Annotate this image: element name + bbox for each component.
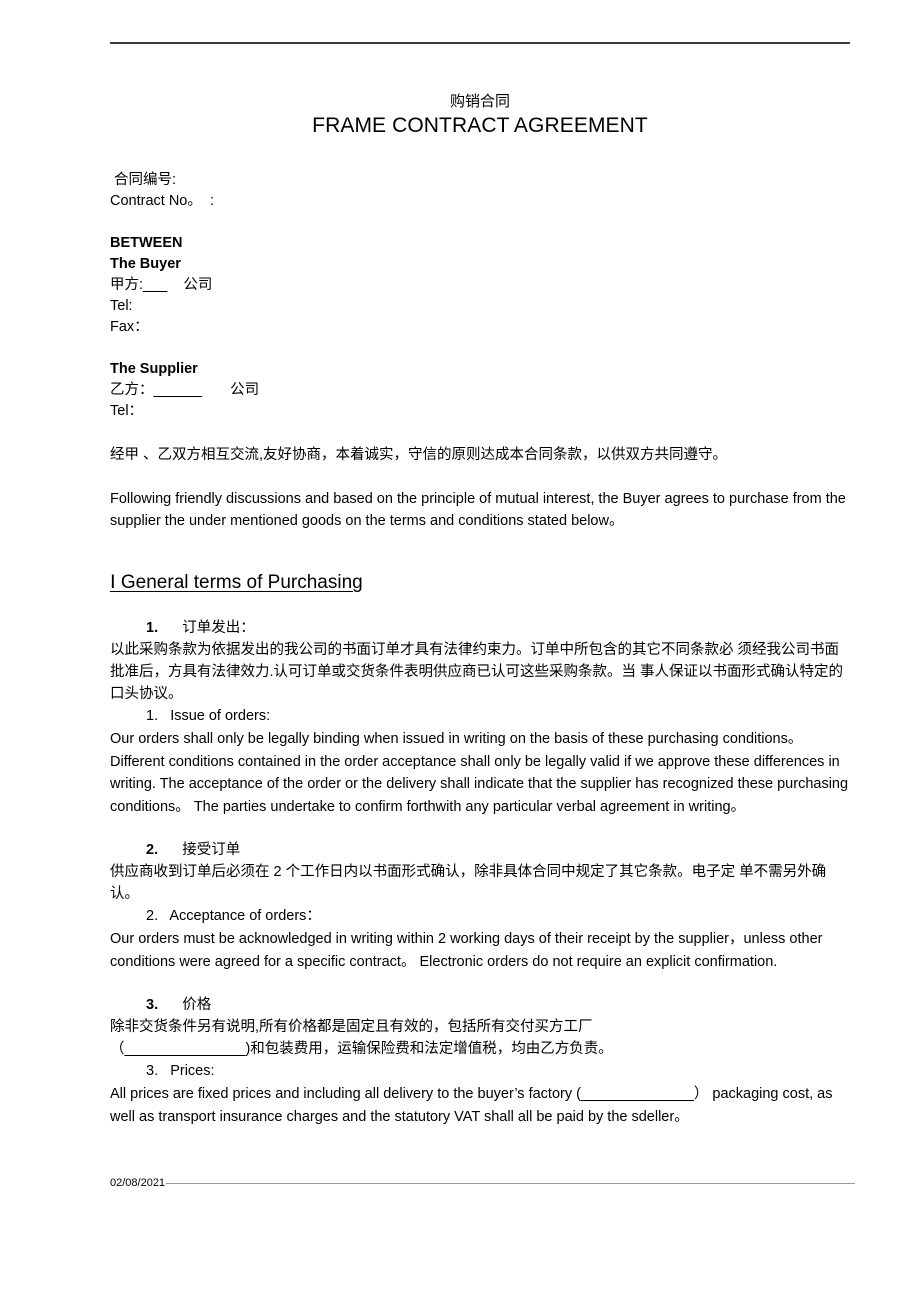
buyer-name-blank: ___ — [143, 277, 168, 293]
clause-1-number-chinese: 1. — [146, 620, 159, 636]
between-label: BETWEEN — [110, 235, 183, 251]
clause-3-number-english: 3. — [146, 1063, 159, 1079]
clause-3-body-chinese-rest: )和包装费用，运输保险费和法定增值税，均由乙方负责。 — [245, 1041, 613, 1057]
clause-1-title-chinese: 1. 订单发出： — [110, 618, 850, 639]
clause-3-title-chinese: 3. 价格 — [110, 995, 850, 1016]
supplier-name-prefix: 乙方： — [110, 382, 154, 398]
supplier-tel-label: Tel： — [110, 403, 144, 419]
footer-rule — [166, 1183, 855, 1184]
clause-3-body-chinese-line2: （_______________)和包装费用，运输保险费和法定增值税，均由乙方负… — [110, 1038, 850, 1060]
clause-2-title-text-english: Acceptance of orders： — [169, 908, 321, 924]
contract-number-block: 合同编号: Contract No。 : — [110, 170, 850, 212]
buyer-heading: The Buyer — [110, 256, 181, 272]
clause-3-title-text-chinese: 价格 — [182, 997, 212, 1013]
clause-3-title-text-english: Prices: — [170, 1063, 215, 1079]
page-title-english: FRAME CONTRACT AGREEMENT — [312, 114, 648, 137]
clause-3-title-english: 3. Prices: — [110, 1060, 850, 1083]
clause-3-blank-english: ______________ — [580, 1086, 694, 1102]
parties-block: BETWEEN The Buyer 甲方:___ 公司 Tel: Fax： Th… — [110, 233, 850, 422]
clause-3-body-english: All prices are fixed prices and includin… — [110, 1083, 850, 1128]
contract-number-label-english: Contract No。 : — [110, 193, 214, 209]
clause-2-body-chinese: 供应商收到订单后必须在 2 个工作日内以书面形式确认，除非具体合同中规定了其它条… — [110, 864, 827, 902]
supplier-name-suffix: 公司 — [201, 382, 260, 398]
clause-2-title-text-chinese: 接受订单 — [182, 842, 241, 858]
clause-2-number-chinese: 2. — [146, 842, 159, 858]
document-page: 购销合同 FRAME CONTRACT AGREEMENT 合同编号: Cont… — [0, 0, 920, 1302]
section-heading-wrapper: Ⅰ General terms of Purchasing — [110, 532, 850, 596]
clause-3-paren-open-chinese: （ — [110, 1041, 125, 1057]
clause-3-body-english-pre: All prices are fixed prices and includin… — [110, 1086, 581, 1102]
buyer-name-suffix: 公司 — [167, 277, 213, 293]
clause-1-title-text-chinese: 订单发出： — [182, 620, 255, 636]
clause-2: 2. 接受订单 供应商收到订单后必须在 2 个工作日内以书面形式确认，除非具体合… — [110, 840, 850, 973]
clause-2-body-english: Our orders must be acknowledged in writi… — [110, 931, 823, 970]
clause-2-title-english: 2. Acceptance of orders： — [110, 905, 850, 928]
clause-3-body-chinese-line1: 除非交货条件另有说明,所有价格都是固定且有效的，包括所有交付买方工厂 — [110, 1019, 593, 1035]
clause-3: 3. 价格 除非交货条件另有说明,所有价格都是固定且有效的，包括所有交付买方工厂… — [110, 995, 850, 1128]
clause-3-number-chinese: 3. — [146, 997, 159, 1013]
intro-paragraph-chinese: 经甲 、乙双方相互交流,友好协商，本着诚实，守信的原则达成本合同条款，以供双方共… — [110, 447, 728, 463]
clause-2-number-english: 2. — [146, 908, 159, 924]
buyer-fax-label: Fax： — [110, 319, 149, 335]
clause-1-title-text-english: Issue of orders: — [170, 708, 271, 724]
contract-number-label-chinese: 合同编号: — [110, 172, 177, 188]
clause-1-body-english: Our orders shall only be legally binding… — [110, 731, 849, 815]
section-heading-general-terms: Ⅰ General terms of Purchasing — [110, 572, 363, 593]
intro-paragraph-english: Following friendly discussions and based… — [110, 491, 846, 529]
clause-2-title-chinese: 2. 接受订单 — [110, 840, 850, 861]
buyer-tel-label: Tel: — [110, 298, 133, 314]
document-content: 购销合同 FRAME CONTRACT AGREEMENT 合同编号: Cont… — [110, 0, 850, 1128]
clause-1-body-chinese: 以此采购条款为依据发出的我公司的书面订单才具有法律约束力。订单中所包含的其它不同… — [110, 642, 844, 702]
clause-1: 1. 订单发出： 以此采购条款为依据发出的我公司的书面订单才具有法律约束力。订单… — [110, 618, 850, 818]
buyer-name-line: 甲方:___ 公司 — [110, 275, 850, 296]
buyer-name-prefix: 甲方: — [110, 277, 144, 293]
page-title-chinese: 购销合同 — [449, 93, 510, 110]
title-block: 购销合同 FRAME CONTRACT AGREEMENT — [110, 92, 850, 140]
clause-1-number-english: 1. — [146, 708, 159, 724]
clause-1-title-english: 1. Issue of orders: — [110, 705, 850, 728]
page-footer: 02/08/2021 — [110, 1178, 855, 1189]
supplier-heading: The Supplier — [110, 361, 198, 377]
footer-date: 02/08/2021 — [110, 1177, 166, 1189]
supplier-name-line: 乙方：______ 公司 — [110, 380, 850, 401]
supplier-name-blank: ______ — [153, 382, 202, 398]
clause-3-blank-chinese: _______________ — [124, 1041, 246, 1057]
